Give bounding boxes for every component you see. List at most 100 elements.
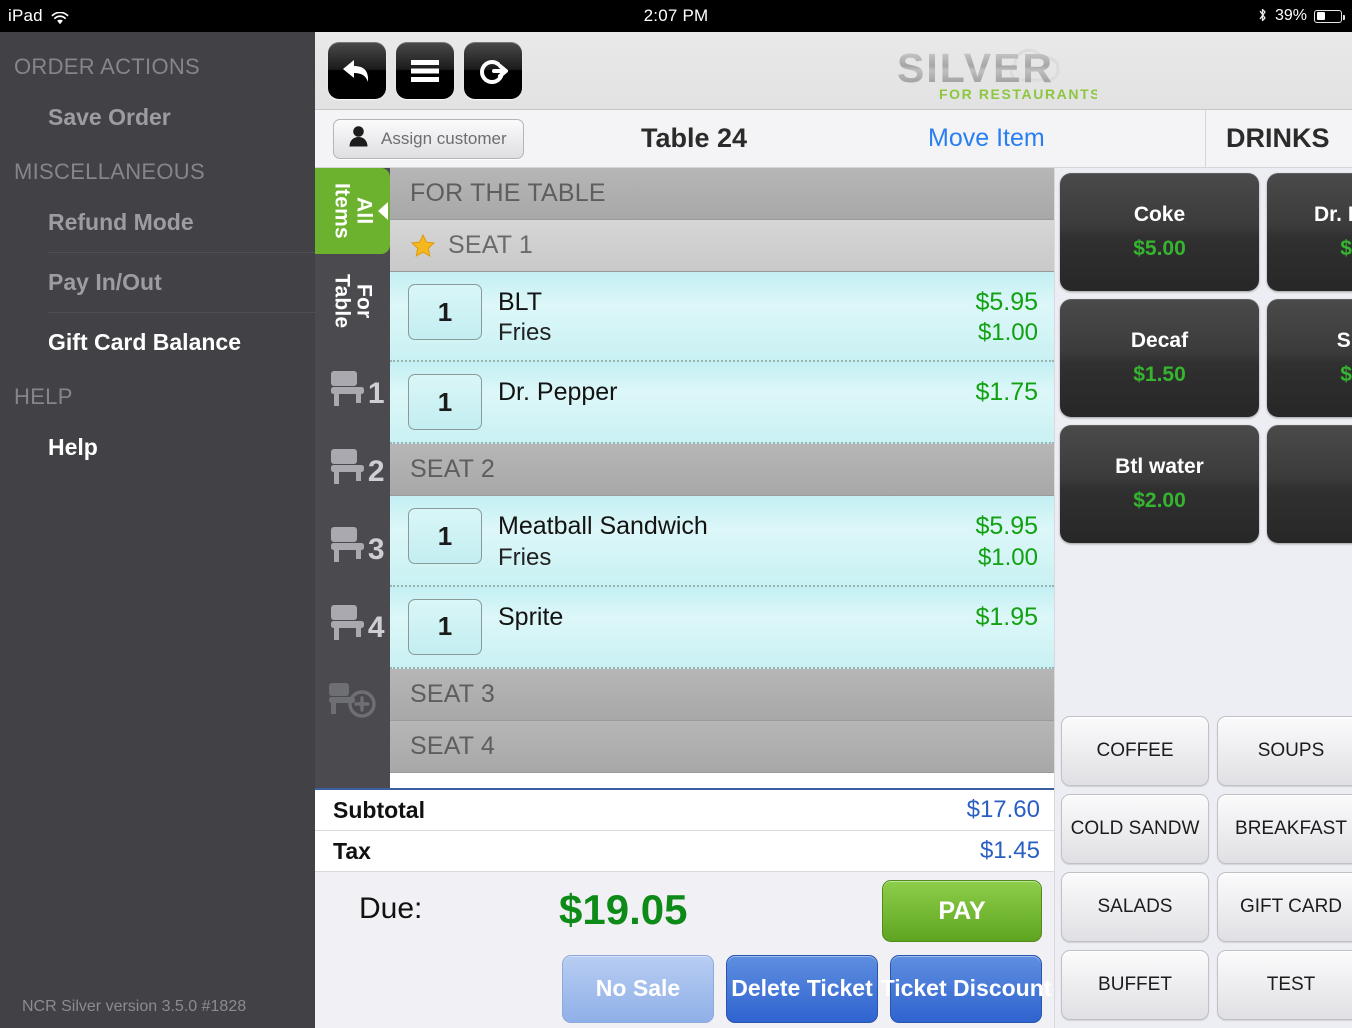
subtotal-value: $17.60 xyxy=(966,796,1040,823)
group-header-for-the-table: FOR THE TABLE xyxy=(390,168,1054,220)
logout-button[interactable] xyxy=(464,42,522,99)
product-tile-btl-water[interactable]: Btl water $2.00 xyxy=(1060,425,1259,543)
drawer-item-gift-card-balance[interactable]: Gift Card Balance xyxy=(0,313,315,372)
silver-logo: SILVER FOR RESTAURANTS xyxy=(897,42,1100,104)
seat-number: 3 xyxy=(367,533,385,566)
item-details: Dr. Pepper xyxy=(498,374,959,408)
drawer-item-help[interactable]: Help xyxy=(0,418,315,477)
product-price: $1.50 xyxy=(1133,363,1186,386)
item-quantity[interactable]: 1 xyxy=(408,374,482,431)
person-icon xyxy=(348,125,369,152)
no-sale-button[interactable]: No Sale xyxy=(562,955,714,1023)
seat-tab-rail: All Items For Table 1 2 3 4 xyxy=(315,168,390,788)
app-body: All Items For Table 1 2 3 4 FOR THE TABL… xyxy=(315,168,1352,1028)
no-sale-line2: Sale xyxy=(632,975,681,1002)
product-name: Coke xyxy=(1133,203,1186,226)
product-tile-sprite[interactable]: Sprite $1.95 xyxy=(1267,299,1352,417)
delete-ticket-button[interactable]: Delete Ticket xyxy=(726,955,878,1023)
due-label: Due: xyxy=(359,892,423,925)
item-quantity[interactable]: 1 xyxy=(408,508,482,565)
group-label: FOR THE TABLE xyxy=(410,179,606,207)
category-salads[interactable]: SALADS xyxy=(1061,872,1209,942)
tab-add-seat[interactable] xyxy=(315,660,390,738)
bluetooth-icon xyxy=(1257,7,1268,26)
hamburger-menu-icon xyxy=(409,58,441,84)
tab-for-table[interactable]: For Table xyxy=(315,254,390,348)
order-item-row[interactable]: 1 Meatball Sandwich Fries $5.95 $1.00 xyxy=(390,496,1054,587)
category-button-grid: COFFEE SOUPS COLD SANDW BREAKFAST SALADS… xyxy=(1061,716,1352,1020)
order-item-row[interactable]: 1 Dr. Pepper $1.75 xyxy=(390,362,1054,445)
item-prices: $1.95 xyxy=(975,599,1038,633)
item-details: Meatball Sandwich Fries xyxy=(498,508,959,572)
product-name: Sprite xyxy=(1336,329,1352,352)
item-details: Sprite xyxy=(498,599,959,633)
chair-icon: 2 xyxy=(325,443,385,488)
drawer-section-help: HELP Help xyxy=(0,372,315,477)
item-modifier: Fries xyxy=(498,319,552,347)
drawer-section-title: MISCELLANEOUS xyxy=(14,159,205,184)
tab-seat-1[interactable]: 1 xyxy=(315,348,390,426)
product-price: $1.95 xyxy=(1340,363,1352,386)
drawer-item-save-order[interactable]: Save Order xyxy=(0,88,315,147)
ios-status-bar: iPad 2:07 PM 39% xyxy=(0,0,1352,32)
group-label: SEAT 1 xyxy=(448,231,534,259)
item-modifier-price: $1.00 xyxy=(977,543,1038,571)
product-name: Btl water xyxy=(1115,455,1204,478)
menu-button[interactable] xyxy=(396,42,454,99)
group-label: SEAT 4 xyxy=(410,731,496,760)
item-modifier-price: $1.00 xyxy=(977,319,1038,347)
item-price: $5.95 xyxy=(975,512,1038,541)
category-test[interactable]: TEST xyxy=(1217,950,1352,1020)
battery-icon xyxy=(1314,9,1345,23)
product-tile-decaf[interactable]: Decaf $1.50 xyxy=(1060,299,1259,417)
svg-text:FOR RESTAURANTS: FOR RESTAURANTS xyxy=(939,86,1097,102)
pos-app-panel: SILVER FOR RESTAURANTS Assign customer T… xyxy=(315,32,1352,1028)
order-item-row[interactable]: 1 Sprite $1.95 xyxy=(390,586,1054,669)
pay-button[interactable]: PAY xyxy=(882,880,1042,942)
order-item-row[interactable]: 1 BLT Fries $5.95 $1.00 xyxy=(390,272,1054,363)
item-prices: $5.95 $1.00 xyxy=(975,508,1038,572)
item-quantity[interactable]: 1 xyxy=(408,284,482,340)
item-quantity[interactable]: 1 xyxy=(408,598,482,655)
drawer-item-pay-in-out[interactable]: Pay In/Out xyxy=(0,253,315,312)
category-cold-sandw[interactable]: COLD SANDW xyxy=(1061,794,1209,864)
category-gift-card[interactable]: GIFT CARD xyxy=(1217,872,1352,942)
order-actions-drawer: ORDER ACTIONS Save Order MISCELLANEOUS R… xyxy=(0,32,315,1028)
add-seat-icon xyxy=(325,677,381,721)
tab-seat-2[interactable]: 2 xyxy=(315,426,390,504)
back-button[interactable] xyxy=(328,42,386,99)
group-label: SEAT 3 xyxy=(410,679,496,708)
product-tile-grid: Coke $5.00 Dr. Pepper $1.75 Decaf $1.50 … xyxy=(1060,173,1352,543)
tax-label: Tax xyxy=(333,837,371,864)
product-tile-coke[interactable]: Coke $5.00 xyxy=(1060,173,1259,291)
drawer-item-refund-mode[interactable]: Refund Mode xyxy=(0,193,315,252)
no-sale-line1: No xyxy=(595,975,627,1002)
category-buffet[interactable]: BUFFET xyxy=(1061,950,1209,1020)
tab-seat-4[interactable]: 4 xyxy=(315,582,390,660)
tab-all-items[interactable]: All Items xyxy=(315,168,390,254)
item-details: BLT Fries xyxy=(498,284,959,348)
seat-number: 4 xyxy=(367,611,385,644)
tab-seat-3[interactable]: 3 xyxy=(315,504,390,582)
move-item-button[interactable]: Move Item xyxy=(928,124,1045,153)
product-tile-partial[interactable] xyxy=(1267,425,1352,543)
product-price: $2.00 xyxy=(1133,489,1186,512)
category-breakfast[interactable]: BREAKFAST xyxy=(1217,794,1352,864)
ticket-discount-button[interactable]: Ticket Discount xyxy=(881,955,1051,1023)
back-arrow-icon xyxy=(340,57,374,85)
due-amount: $19.05 xyxy=(559,886,688,933)
item-name: Sprite xyxy=(498,602,564,631)
ticket-action-buttons: No Sale Delete Ticket Ticket Discount xyxy=(562,955,1051,1023)
product-panel: Coke $5.00 Dr. Pepper $1.75 Decaf $1.50 … xyxy=(1054,168,1352,1028)
category-soups[interactable]: SOUPS xyxy=(1217,716,1352,786)
table-title: Table 24 xyxy=(641,123,748,153)
category-coffee[interactable]: COFFEE xyxy=(1061,716,1209,786)
drawer-section-title: ORDER ACTIONS xyxy=(14,54,201,79)
delete-ticket-line2: Ticket xyxy=(806,975,873,1002)
product-tile-dr-pepper[interactable]: Dr. Pepper $1.75 xyxy=(1267,173,1352,291)
subtotal-row: Subtotal $17.60 xyxy=(315,790,1054,831)
category-title: DRINKS xyxy=(1205,110,1352,167)
assign-customer-button[interactable]: Assign customer xyxy=(333,118,524,159)
app-version-label: NCR Silver version 3.5.0 #1828 xyxy=(22,998,247,1015)
chair-icon: 3 xyxy=(325,521,385,566)
